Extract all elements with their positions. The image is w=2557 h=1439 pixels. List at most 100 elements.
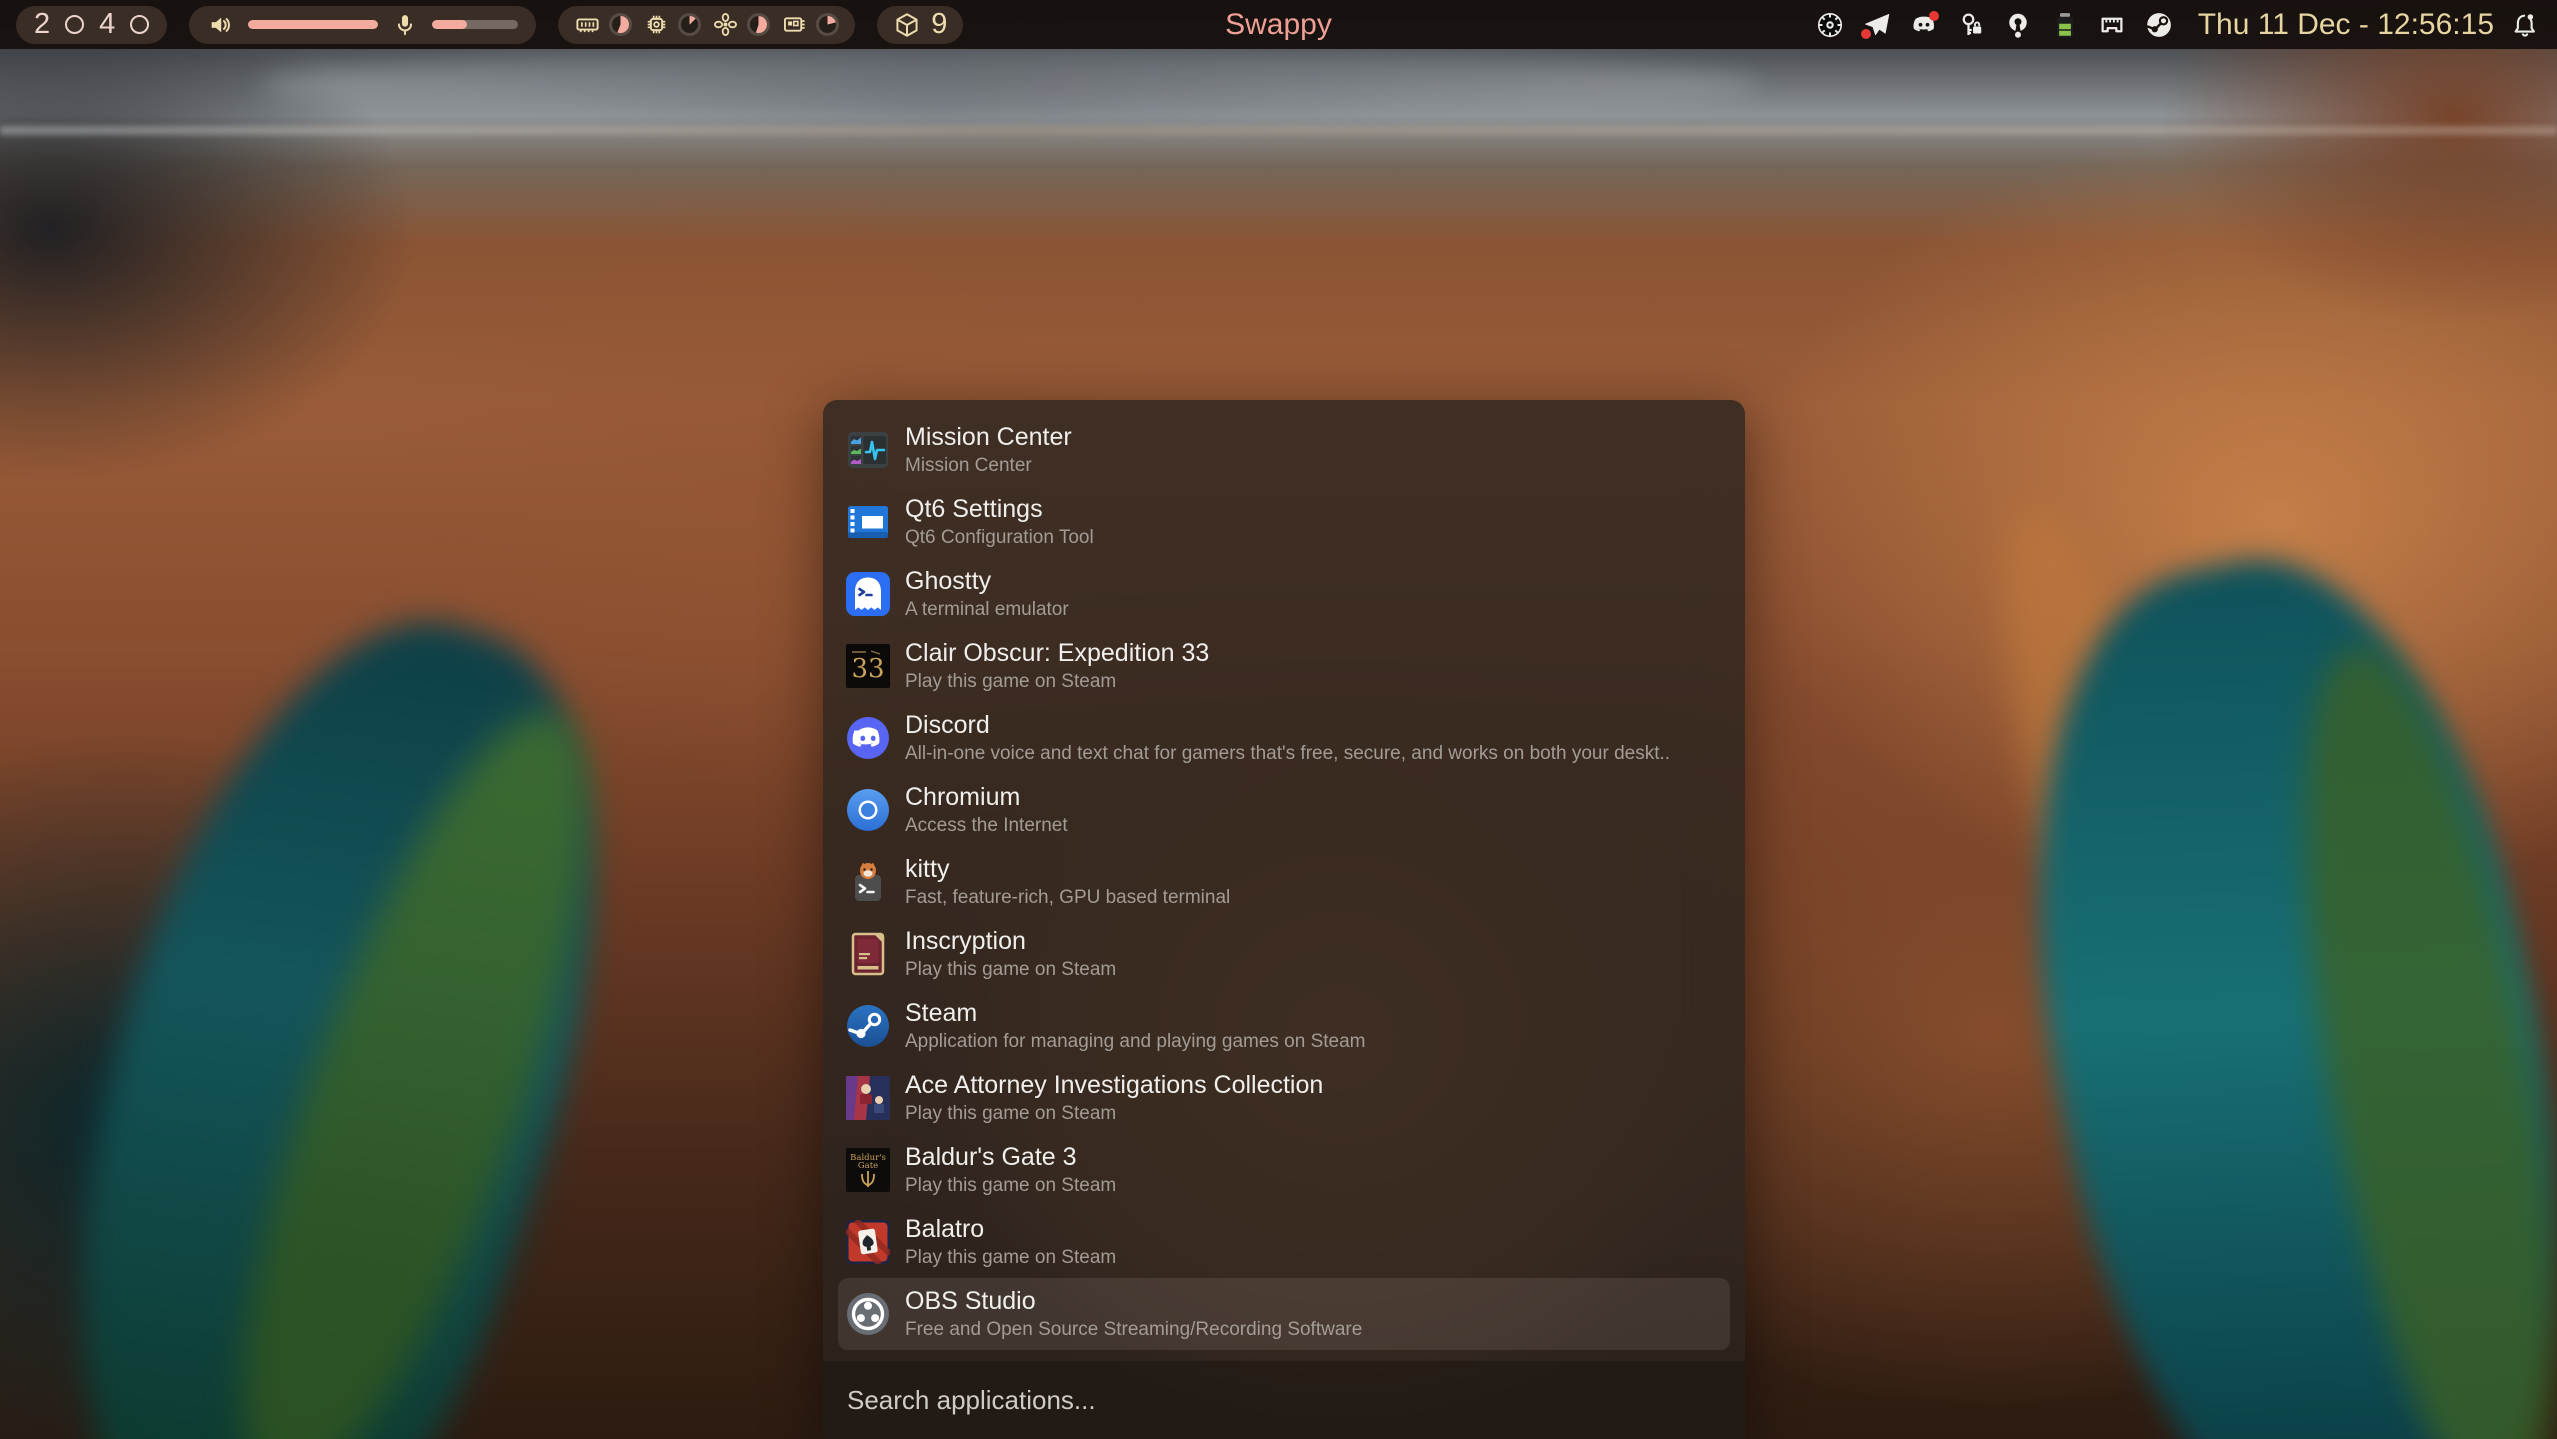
desktop: 24 9 Swappy Thu 11 Dec [0, 0, 2557, 1439]
app-title: Inscryption [905, 927, 1116, 955]
app-subtitle: Mission Center [905, 455, 1072, 477]
steelseries-tray-icon[interactable] [1814, 9, 1846, 41]
app-title: kitty [905, 855, 1230, 883]
app-subtitle: Fast, feature-rich, GPU based terminal [905, 887, 1230, 909]
app-item-chromium[interactable]: Chromium Access the Internet [838, 774, 1730, 846]
app-item-mission-center[interactable]: Mission Center Mission Center [838, 414, 1730, 486]
app-item-clair-obscur[interactable]: 33 Clair Obscur: Expedition 33 Play this… [838, 630, 1730, 702]
mic-slider[interactable] [432, 20, 518, 29]
baldurs-gate-3-app-icon: Baldur'sGate [846, 1148, 890, 1192]
package-updates-module[interactable]: 9 [877, 6, 963, 44]
app-title: Discord [905, 711, 1670, 739]
gpu-usage-pie [747, 13, 770, 36]
vram-icon [781, 11, 808, 38]
svg-text:Gate: Gate [858, 1161, 878, 1171]
steam-app-icon [846, 1004, 890, 1048]
cpu-usage-pie [678, 13, 701, 36]
app-subtitle: Play this game on Steam [905, 671, 1209, 693]
app-subtitle: All-in-one voice and text chat for gamer… [905, 743, 1670, 765]
search-input[interactable] [847, 1385, 1721, 1416]
app-title: OBS Studio [905, 1287, 1362, 1315]
system-sensors-module[interactable] [558, 6, 855, 44]
discord-tray-icon[interactable] [1908, 9, 1940, 41]
vram-usage-sensor [781, 11, 839, 38]
obs-studio-app-icon [846, 1292, 890, 1336]
keyhole-tray-icon[interactable] [2002, 9, 2034, 41]
notification-badge [1861, 29, 1871, 39]
app-subtitle: Application for managing and playing gam… [905, 1031, 1366, 1053]
volume-slider[interactable] [248, 20, 378, 29]
inscryption-app-icon [846, 932, 890, 976]
gpu-usage-sensor [712, 11, 770, 38]
app-item-obs-studio[interactable]: OBS Studio Free and Open Source Streamin… [838, 1278, 1730, 1350]
chromium-app-icon [846, 788, 890, 832]
telegram-tray-icon[interactable] [1861, 9, 1893, 41]
app-item-ghostty[interactable]: Ghostty A terminal emulator [838, 558, 1730, 630]
memory-usage-pie [609, 13, 632, 36]
app-subtitle: Play this game on Steam [905, 1103, 1323, 1125]
system-tray [1814, 9, 2175, 41]
app-subtitle: A terminal emulator [905, 599, 1069, 621]
top-bar-left-modules: 24 9 [16, 6, 963, 44]
speaker-icon[interactable] [207, 11, 235, 39]
ethernet-tray-icon[interactable] [2096, 9, 2128, 41]
cpu-usage-sensor [643, 11, 701, 38]
app-title: Mission Center [905, 423, 1072, 451]
app-item-baldurs-gate-3[interactable]: Baldur'sGate Baldur's Gate 3 Play this g… [838, 1134, 1730, 1206]
app-title: Steam [905, 999, 1366, 1027]
top-bar-right-modules: Thu 11 Dec - 12:56:15 [1814, 8, 2541, 42]
workspace-empty-dot[interactable] [130, 15, 149, 34]
kitty-app-icon [846, 860, 890, 904]
memory-usage-sensor [574, 11, 632, 38]
microphone-icon[interactable] [391, 11, 419, 39]
app-title: Ace Attorney Investigations Collection [905, 1071, 1323, 1099]
app-subtitle: Play this game on Steam [905, 959, 1116, 981]
memory-icon [574, 11, 601, 38]
steam-tray-icon[interactable] [2143, 9, 2175, 41]
notification-badge [1929, 11, 1939, 21]
notification-bell-icon[interactable] [2509, 9, 2541, 41]
app-title: Ghostty [905, 567, 1069, 595]
workspaces-indicator[interactable]: 24 [16, 6, 167, 44]
workspace-empty-dot[interactable] [65, 15, 84, 34]
workspace-2[interactable]: 2 [34, 10, 50, 39]
package-updates-count: 9 [931, 8, 947, 41]
app-subtitle: Play this game on Steam [905, 1247, 1116, 1269]
keepassxc-tray-icon[interactable] [1955, 9, 1987, 41]
app-launcher-panel: Mission Center Mission Center Qt6 Settin… [823, 400, 1745, 1439]
discord-app-icon [846, 716, 890, 760]
app-title: Clair Obscur: Expedition 33 [905, 639, 1209, 667]
app-item-inscryption[interactable]: Inscryption Play this game on Steam [838, 918, 1730, 990]
clair-obscur-app-icon: 33 [846, 644, 890, 688]
app-title: Chromium [905, 783, 1068, 811]
workspace-4[interactable]: 4 [99, 10, 115, 39]
top-bar: 24 9 Swappy Thu 11 Dec [0, 0, 2557, 49]
app-title: Qt6 Settings [905, 495, 1094, 523]
package-box-icon [893, 11, 921, 39]
vram-usage-pie [816, 13, 839, 36]
balatro-app-icon [846, 1220, 890, 1264]
mission-center-app-icon [846, 428, 890, 472]
battery-tray-icon[interactable] [2049, 9, 2081, 41]
app-item-balatro[interactable]: Balatro Play this game on Steam [838, 1206, 1730, 1278]
svg-text:33: 33 [851, 654, 884, 684]
clock[interactable]: Thu 11 Dec - 12:56:15 [2198, 8, 2494, 42]
cpu-icon [643, 11, 670, 38]
gpu-icon [712, 11, 739, 38]
app-item-qt6-settings[interactable]: Qt6 Settings Qt6 Configuration Tool [838, 486, 1730, 558]
search-bar [823, 1360, 1745, 1439]
app-item-ace-attorney[interactable]: Ace Attorney Investigations Collection P… [838, 1062, 1730, 1134]
app-subtitle: Free and Open Source Streaming/Recording… [905, 1319, 1362, 1341]
app-item-kitty[interactable]: kitty Fast, feature-rich, GPU based term… [838, 846, 1730, 918]
app-subtitle: Play this game on Steam [905, 1175, 1116, 1197]
app-subtitle: Access the Internet [905, 815, 1068, 837]
audio-module [189, 6, 536, 44]
app-title: Baldur's Gate 3 [905, 1143, 1116, 1171]
app-list: Mission Center Mission Center Qt6 Settin… [823, 400, 1745, 1350]
app-title: Balatro [905, 1215, 1116, 1243]
app-item-steam[interactable]: Steam Application for managing and playi… [838, 990, 1730, 1062]
app-subtitle: Qt6 Configuration Tool [905, 527, 1094, 549]
app-item-discord[interactable]: Discord All-in-one voice and text chat f… [838, 702, 1730, 774]
ace-attorney-app-icon [846, 1076, 890, 1120]
qt6-settings-app-icon [846, 500, 890, 544]
